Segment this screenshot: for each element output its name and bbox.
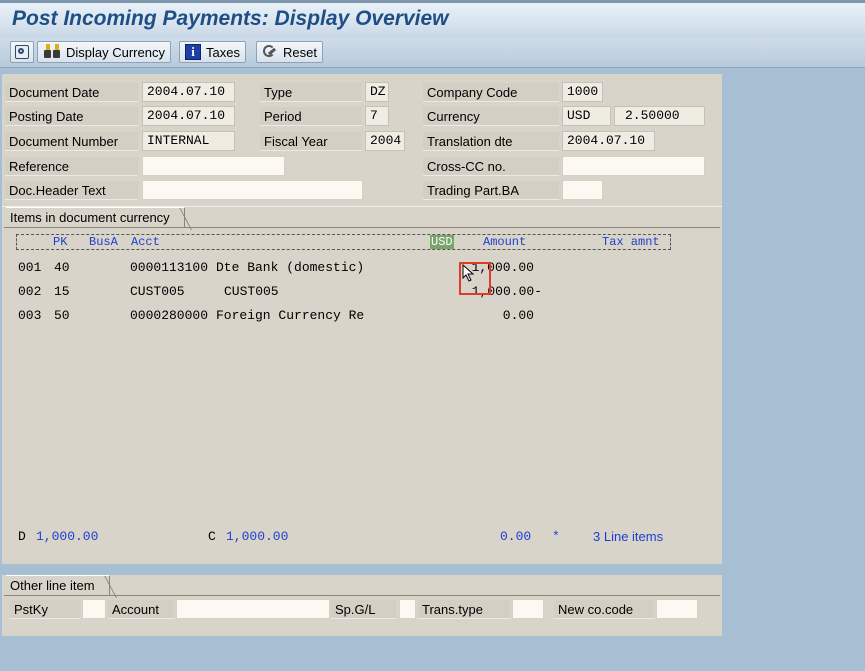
col-pk[interactable]: PK xyxy=(53,235,67,249)
reference-field[interactable] xyxy=(142,156,285,176)
row-pk: 15 xyxy=(54,284,70,299)
info-icon: i xyxy=(185,44,201,60)
col-busa[interactable]: BusA xyxy=(89,235,118,249)
col-currency[interactable]: USD xyxy=(430,235,454,249)
debit-total: 1,000.00 xyxy=(36,529,99,544)
row-description: CUST005 xyxy=(224,284,279,299)
title-bar: Post Incoming Payments: Display Overview xyxy=(0,0,865,38)
spgl-label: Sp.G/L xyxy=(331,600,397,619)
account-field[interactable] xyxy=(176,599,330,619)
type-label: Type xyxy=(260,83,362,102)
row-item: 002 xyxy=(18,284,42,299)
col-acct[interactable]: Acct xyxy=(131,235,160,249)
row-item: 001 xyxy=(18,260,42,275)
posting-date-field[interactable]: 2004.07.10 xyxy=(142,106,235,126)
row-item: 003 xyxy=(18,308,42,323)
period-label: Period xyxy=(260,107,362,126)
magnifier-icon xyxy=(15,45,29,59)
reset-icon xyxy=(262,44,278,60)
taxes-button[interactable]: i Taxes xyxy=(179,41,246,63)
new-cocode-label: New co.code xyxy=(554,600,654,619)
trading-part-label: Trading Part.BA xyxy=(423,181,559,200)
row-account: 0000113100 xyxy=(130,260,209,275)
type-field[interactable]: DZ xyxy=(365,82,389,102)
spgl-field[interactable] xyxy=(399,599,416,619)
reset-label: Reset xyxy=(283,44,317,60)
doc-header-text-field[interactable] xyxy=(142,180,363,200)
cross-cc-field[interactable] xyxy=(562,156,705,176)
taxes-label: Taxes xyxy=(206,44,240,60)
table-row[interactable]: 003 50 0000280000 Foreign Currency Re 0.… xyxy=(18,308,678,326)
other-line-item-panel: Other line item PstKy Account Sp.G/L Tra… xyxy=(2,575,722,636)
row-description: Dte Bank (domestic) xyxy=(216,260,365,275)
posting-date-label: Posting Date xyxy=(5,107,138,126)
debit-label: D xyxy=(18,529,26,544)
other-tab-title: Other line item xyxy=(6,575,110,596)
row-amount: 0.00 xyxy=(502,308,534,323)
company-code-field[interactable]: 1000 xyxy=(562,82,603,102)
currency-label: Currency xyxy=(423,107,559,126)
items-table: PK BusA Acct USD Amount Tax amnt 001 40 … xyxy=(4,227,720,563)
pstky-label: PstKy xyxy=(10,600,80,619)
translation-date-field[interactable]: 2004.07.10 xyxy=(562,131,655,151)
doc-header-text-label: Doc.Header Text xyxy=(5,181,138,200)
currency-field[interactable]: USD xyxy=(562,106,611,126)
column-header-row: PK BusA Acct USD Amount Tax amnt xyxy=(16,234,671,250)
pstky-field[interactable] xyxy=(82,599,106,619)
display-currency-label: Display Currency xyxy=(66,44,165,60)
exchange-rate-field[interactable]: 2.50000 xyxy=(614,106,705,126)
table-row[interactable]: 002 15 CUST005 CUST005 1,000.00- xyxy=(18,284,678,302)
fiscal-year-field[interactable]: 2004 xyxy=(365,131,405,151)
trans-type-label: Trans.type xyxy=(418,600,510,619)
application-toolbar: Display Currency i Taxes Reset xyxy=(0,38,865,68)
document-number-field[interactable]: INTERNAL xyxy=(142,131,235,151)
items-tab-title: Items in document currency xyxy=(6,207,185,228)
currency-icon xyxy=(43,44,61,60)
reference-label: Reference xyxy=(5,157,138,176)
page-title: Post Incoming Payments: Display Overview xyxy=(12,7,449,30)
period-field[interactable]: 7 xyxy=(365,106,389,126)
other-line-item-fields: PstKy Account Sp.G/L Trans.type New co.c… xyxy=(4,595,720,635)
col-tax-amount[interactable]: Tax amnt xyxy=(602,235,660,249)
document-header-panel: Document Date 2004.07.10 Posting Date 20… xyxy=(2,74,722,206)
document-date-label: Document Date xyxy=(5,83,138,102)
reset-button[interactable]: Reset xyxy=(256,41,323,63)
document-number-label: Document Number xyxy=(5,132,138,151)
credit-total: 1,000.00 xyxy=(226,529,289,544)
col-amount[interactable]: Amount xyxy=(483,235,526,249)
row-pk: 40 xyxy=(54,260,70,275)
line-items-count: 3 Line items xyxy=(593,529,664,544)
credit-label: C xyxy=(208,529,216,544)
table-row[interactable]: 001 40 0000113100 Dte Bank (domestic) 1,… xyxy=(18,260,678,278)
account-label: Account xyxy=(108,600,174,619)
row-account: 0000280000 xyxy=(130,308,209,323)
row-account: CUST005 xyxy=(130,284,185,299)
detail-button[interactable] xyxy=(10,41,34,63)
display-currency-button[interactable]: Display Currency xyxy=(37,41,171,63)
row-description: Foreign Currency Re xyxy=(216,308,365,323)
totals-row: D 1,000.00 C 1,000.00 0.00 * 3 Line item… xyxy=(18,529,698,547)
translation-date-label: Translation dte xyxy=(423,132,559,151)
balance-total: 0.00 xyxy=(500,529,532,544)
items-panel: Items in document currency PK BusA Acct … xyxy=(2,206,722,564)
trans-type-field[interactable] xyxy=(512,599,544,619)
company-code-label: Company Code xyxy=(423,83,559,102)
trading-part-field[interactable] xyxy=(562,180,603,200)
new-cocode-field[interactable] xyxy=(656,599,698,619)
row-pk: 50 xyxy=(54,308,70,323)
document-date-field[interactable]: 2004.07.10 xyxy=(142,82,235,102)
mouse-pointer-icon xyxy=(462,264,475,282)
cross-cc-label: Cross-CC no. xyxy=(423,157,559,176)
balance-marker: * xyxy=(552,529,560,544)
fiscal-year-label: Fiscal Year xyxy=(260,132,362,151)
